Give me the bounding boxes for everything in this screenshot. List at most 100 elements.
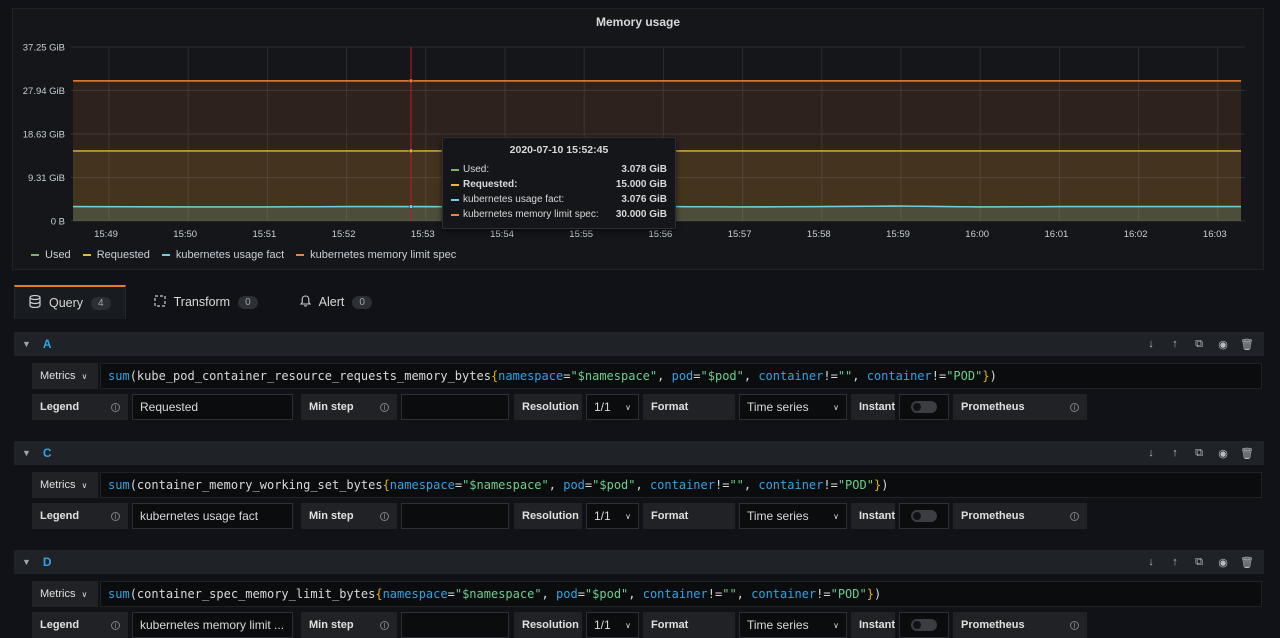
min-step-input[interactable]: [401, 612, 509, 638]
toggle-switch[interactable]: [911, 619, 937, 631]
min-step-input[interactable]: [401, 394, 509, 420]
eye-icon[interactable]: ◉: [1216, 556, 1230, 569]
info-icon[interactable]: i: [380, 620, 389, 630]
expr-op: !=: [816, 587, 831, 601]
instant-toggle[interactable]: [899, 612, 949, 638]
trash-icon[interactable]: 🗑: [1240, 447, 1254, 460]
info-icon[interactable]: i: [111, 620, 120, 630]
expr-metric: container_spec_memory_limit_bytes: [136, 587, 376, 601]
expr-label-key: pod: [563, 478, 585, 492]
transform-icon: [154, 294, 166, 310]
x-tick-label: 16:03: [1203, 229, 1227, 240]
move-down-icon[interactable]: ↓: [1144, 338, 1158, 351]
query-actions: ↓ ↑ ⧉ ◉ 🗑: [1144, 556, 1264, 569]
info-icon[interactable]: i: [380, 402, 389, 412]
expr-brace: }: [866, 587, 874, 601]
legend-item-used[interactable]: Used: [31, 249, 71, 261]
legend-label: Used: [45, 249, 71, 261]
legend-label: kubernetes usage fact: [175, 249, 285, 261]
min-step-label-text: Min step: [309, 619, 354, 631]
legend-item-requested[interactable]: Requested: [82, 249, 150, 261]
expr-function: sum: [108, 478, 130, 492]
x-tick-label: 15:51: [253, 229, 277, 240]
eye-icon[interactable]: ◉: [1216, 338, 1230, 351]
metrics-label: Metrics: [40, 370, 76, 382]
duplicate-icon[interactable]: ⧉: [1192, 556, 1206, 569]
info-icon[interactable]: i: [380, 511, 389, 521]
legend-input[interactable]: kubernetes usage fact: [132, 503, 293, 529]
move-up-icon[interactable]: ↑: [1168, 556, 1182, 569]
move-up-icon[interactable]: ↑: [1168, 338, 1182, 351]
expr-sep: ,: [736, 587, 752, 601]
legend-input[interactable]: kubernetes memory limit ...: [132, 612, 293, 638]
legend-item-usage-fact[interactable]: kubernetes usage fact: [161, 249, 285, 261]
resolution-select[interactable]: 1/1 ∨: [586, 503, 639, 529]
legend-item-memory-limit[interactable]: kubernetes memory limit spec: [296, 249, 456, 261]
format-select[interactable]: Time series ∨: [739, 394, 847, 420]
format-select[interactable]: Time series ∨: [739, 612, 847, 638]
query-header[interactable]: ▼ A ↓ ↑ ⧉ ◉ 🗑: [14, 332, 1264, 356]
duplicate-icon[interactable]: ⧉: [1192, 338, 1206, 351]
metrics-label: Metrics: [40, 588, 76, 600]
query-header[interactable]: ▼ C ↓ ↑ ⧉ ◉ 🗑: [14, 441, 1264, 465]
query-ref-id[interactable]: C: [43, 446, 52, 460]
y-tick-label: 37.25 GiB: [23, 43, 65, 54]
bell-icon: [299, 294, 311, 310]
instant-toggle[interactable]: [899, 394, 949, 420]
trash-icon[interactable]: 🗑: [1240, 338, 1254, 351]
chevron-down-icon: ∨: [625, 402, 631, 412]
move-down-icon[interactable]: ↓: [1144, 556, 1158, 569]
y-tick-label: 0 B: [51, 217, 65, 228]
duplicate-icon[interactable]: ⧉: [1192, 447, 1206, 460]
expr-label-value: "$pod": [592, 478, 636, 492]
format-value: Time series: [747, 400, 809, 414]
collapse-chevron-icon[interactable]: ▼: [22, 448, 31, 458]
x-tick-label: 16:00: [965, 229, 989, 240]
format-select[interactable]: Time series ∨: [739, 503, 847, 529]
metrics-button[interactable]: Metrics ∨: [32, 472, 98, 498]
move-down-icon[interactable]: ↓: [1144, 447, 1158, 460]
metrics-row: Metrics ∨ sum(container_spec_memory_limit…: [32, 581, 1262, 607]
info-icon[interactable]: i: [111, 511, 120, 521]
query-ref-id[interactable]: A: [43, 337, 52, 351]
chevron-down-icon: ∨: [81, 371, 88, 381]
tab-transform[interactable]: Transform 0: [140, 285, 272, 319]
legend-label-text: Legend: [40, 401, 80, 413]
instant-label: Instant: [851, 503, 895, 529]
promql-expression-input[interactable]: sum(container_memory_working_set_bytes{n…: [100, 472, 1262, 498]
datasource-label: Prometheus i: [953, 503, 1087, 529]
expr-op: =: [693, 369, 701, 383]
expr-brace: }: [873, 478, 882, 492]
info-icon[interactable]: i: [1070, 620, 1079, 630]
query-ref-id[interactable]: D: [43, 555, 52, 569]
metrics-button[interactable]: Metrics ∨: [32, 581, 98, 607]
promql-expression-input[interactable]: sum(container_spec_memory_limit_bytes{na…: [100, 581, 1262, 607]
info-icon[interactable]: i: [1070, 402, 1079, 412]
expr-op: !=: [823, 478, 838, 492]
eye-icon[interactable]: ◉: [1216, 447, 1230, 460]
query-options-row: Legend i kubernetes memory limit ... Min …: [32, 612, 1087, 638]
info-icon[interactable]: i: [1070, 511, 1079, 521]
collapse-chevron-icon[interactable]: ▼: [22, 557, 31, 567]
min-step-input[interactable]: [401, 503, 509, 529]
resolution-value: 1/1: [594, 618, 611, 632]
tab-alert[interactable]: Alert 0: [286, 285, 386, 319]
trash-icon[interactable]: 🗑: [1240, 556, 1254, 569]
legend-input[interactable]: Requested: [132, 394, 293, 420]
instant-toggle[interactable]: [899, 503, 949, 529]
expr-op: !=: [707, 587, 723, 601]
expr-sep: ,: [541, 587, 556, 601]
promql-expression-input[interactable]: sum(kube_pod_container_resource_requests…: [100, 363, 1262, 389]
query-header[interactable]: ▼ D ↓ ↑ ⧉ ◉ 🗑: [14, 550, 1264, 574]
tab-query[interactable]: Query 4: [14, 285, 126, 319]
toggle-switch[interactable]: [911, 401, 937, 413]
resolution-select[interactable]: 1/1 ∨: [586, 612, 639, 638]
info-icon[interactable]: i: [111, 402, 120, 412]
toggle-switch[interactable]: [911, 510, 937, 522]
resolution-select[interactable]: 1/1 ∨: [586, 394, 639, 420]
y-tick-label: 9.31 GiB: [28, 173, 65, 184]
collapse-chevron-icon[interactable]: ▼: [22, 339, 31, 349]
legend-swatch: [296, 254, 305, 256]
metrics-button[interactable]: Metrics ∨: [32, 363, 98, 389]
move-up-icon[interactable]: ↑: [1168, 447, 1182, 460]
